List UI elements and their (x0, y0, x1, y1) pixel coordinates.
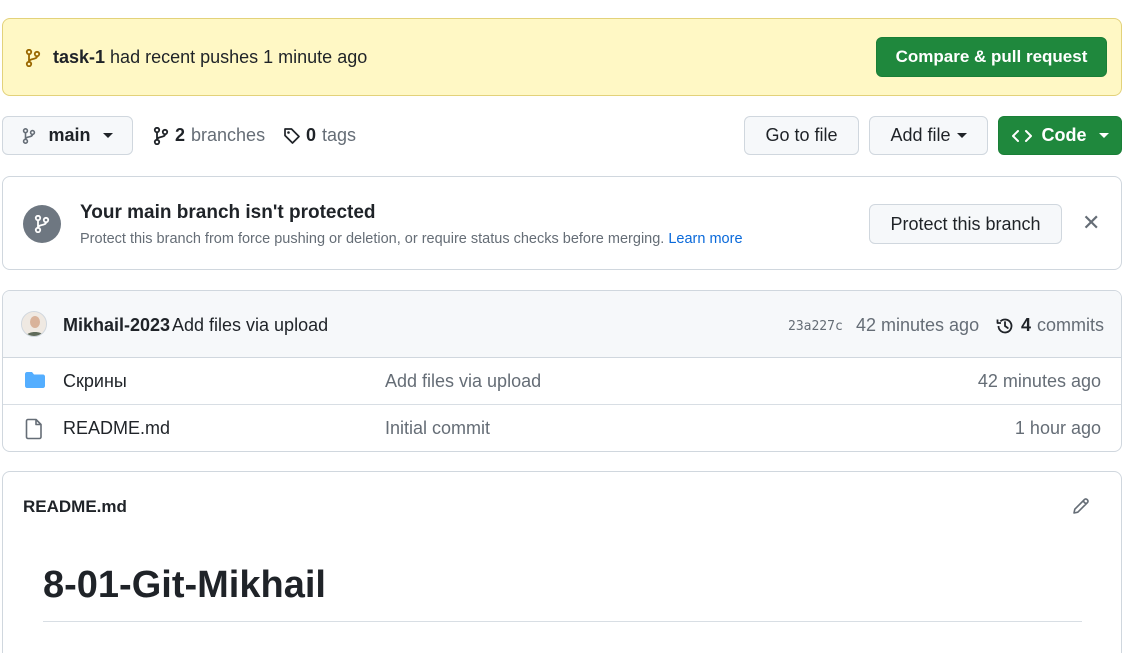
file-browser: Mikhail-2023 Add files via upload 23a227… (2, 290, 1122, 452)
current-branch-label: main (48, 125, 91, 145)
file-commit-time: 42 minutes ago (977, 371, 1101, 391)
folder-icon (24, 371, 46, 389)
file-commit-message[interactable]: Initial commit (385, 418, 490, 439)
commit-author-link[interactable]: Mikhail-2023 (63, 315, 170, 336)
file-name-link[interactable]: Скрины (63, 371, 127, 392)
tags-link[interactable]: 0 tags (283, 125, 356, 146)
recent-push-banner: task-1 had recent pushes 1 minute ago Co… (2, 18, 1122, 96)
readme-panel: README.md 8-01-Git-Mikhail (2, 471, 1122, 653)
file-row[interactable]: README.md Initial commit 1 hour ago (3, 404, 1121, 450)
code-label: Code (1041, 125, 1087, 145)
protection-title: Your main branch isn't protected (80, 202, 376, 223)
commit-message-link[interactable]: Add files via upload (172, 315, 328, 336)
file-commit-time: 1 hour ago (1014, 418, 1101, 438)
file-commit-message[interactable]: Add files via upload (385, 371, 541, 392)
avatar[interactable] (21, 311, 47, 337)
commit-time: 42 minutes ago (856, 315, 980, 335)
chevron-down-icon (956, 133, 967, 138)
branches-link[interactable]: 2 branches (153, 125, 265, 146)
compare-pull-request-button[interactable]: Compare & pull request (876, 37, 1107, 77)
chevron-down-icon (102, 133, 113, 138)
file-name-link[interactable]: README.md (63, 418, 170, 439)
heading-divider (43, 621, 1082, 622)
git-branch-icon (153, 126, 169, 145)
commits-label: commits (1037, 315, 1105, 335)
close-icon[interactable]: ✕ (1082, 212, 1100, 234)
file-row[interactable]: Скрины Add files via upload 42 minutes a… (3, 358, 1121, 404)
tags-label: tags (322, 125, 357, 145)
protection-description: Protect this branch from force pushing o… (80, 231, 743, 247)
chevron-down-icon (1098, 133, 1109, 138)
branch-selector-button[interactable]: main (2, 116, 133, 155)
tags-count: 0 (306, 125, 317, 145)
commits-history-link[interactable]: 4 commits (995, 315, 1104, 336)
file-icon (24, 418, 44, 440)
git-branch-icon (22, 127, 36, 144)
branch-icon-circle (23, 205, 61, 243)
recent-push-text: task-1 had recent pushes 1 minute ago (53, 47, 367, 68)
add-file-label: Add file (890, 125, 951, 145)
readme-filename[interactable]: README.md (23, 497, 127, 517)
tag-icon (283, 127, 301, 145)
code-icon (1011, 129, 1032, 143)
commits-count: 4 (1021, 315, 1032, 335)
commit-sha-link[interactable]: 23a227c (788, 319, 843, 334)
go-to-file-button[interactable]: Go to file (744, 116, 859, 155)
learn-more-link[interactable]: Learn more (668, 231, 742, 247)
code-button[interactable]: Code (998, 116, 1122, 155)
branch-protection-banner: Your main branch isn't protected Protect… (2, 176, 1122, 270)
readme-heading: 8-01-Git-Mikhail (43, 564, 326, 606)
add-file-button[interactable]: Add file (869, 116, 988, 155)
pencil-icon[interactable] (1071, 496, 1091, 516)
history-icon (995, 316, 1015, 336)
latest-commit-bar: Mikhail-2023 Add files via upload 23a227… (3, 291, 1121, 358)
pushed-branch-link[interactable]: task-1 (53, 47, 105, 67)
git-branch-icon (25, 49, 41, 67)
protection-description-text: Protect this branch from force pushing o… (80, 231, 665, 247)
branches-label: branches (191, 125, 266, 145)
push-time-text: had recent pushes 1 minute ago (110, 47, 368, 67)
branches-count: 2 (175, 125, 186, 145)
protect-branch-button[interactable]: Protect this branch (869, 204, 1062, 244)
